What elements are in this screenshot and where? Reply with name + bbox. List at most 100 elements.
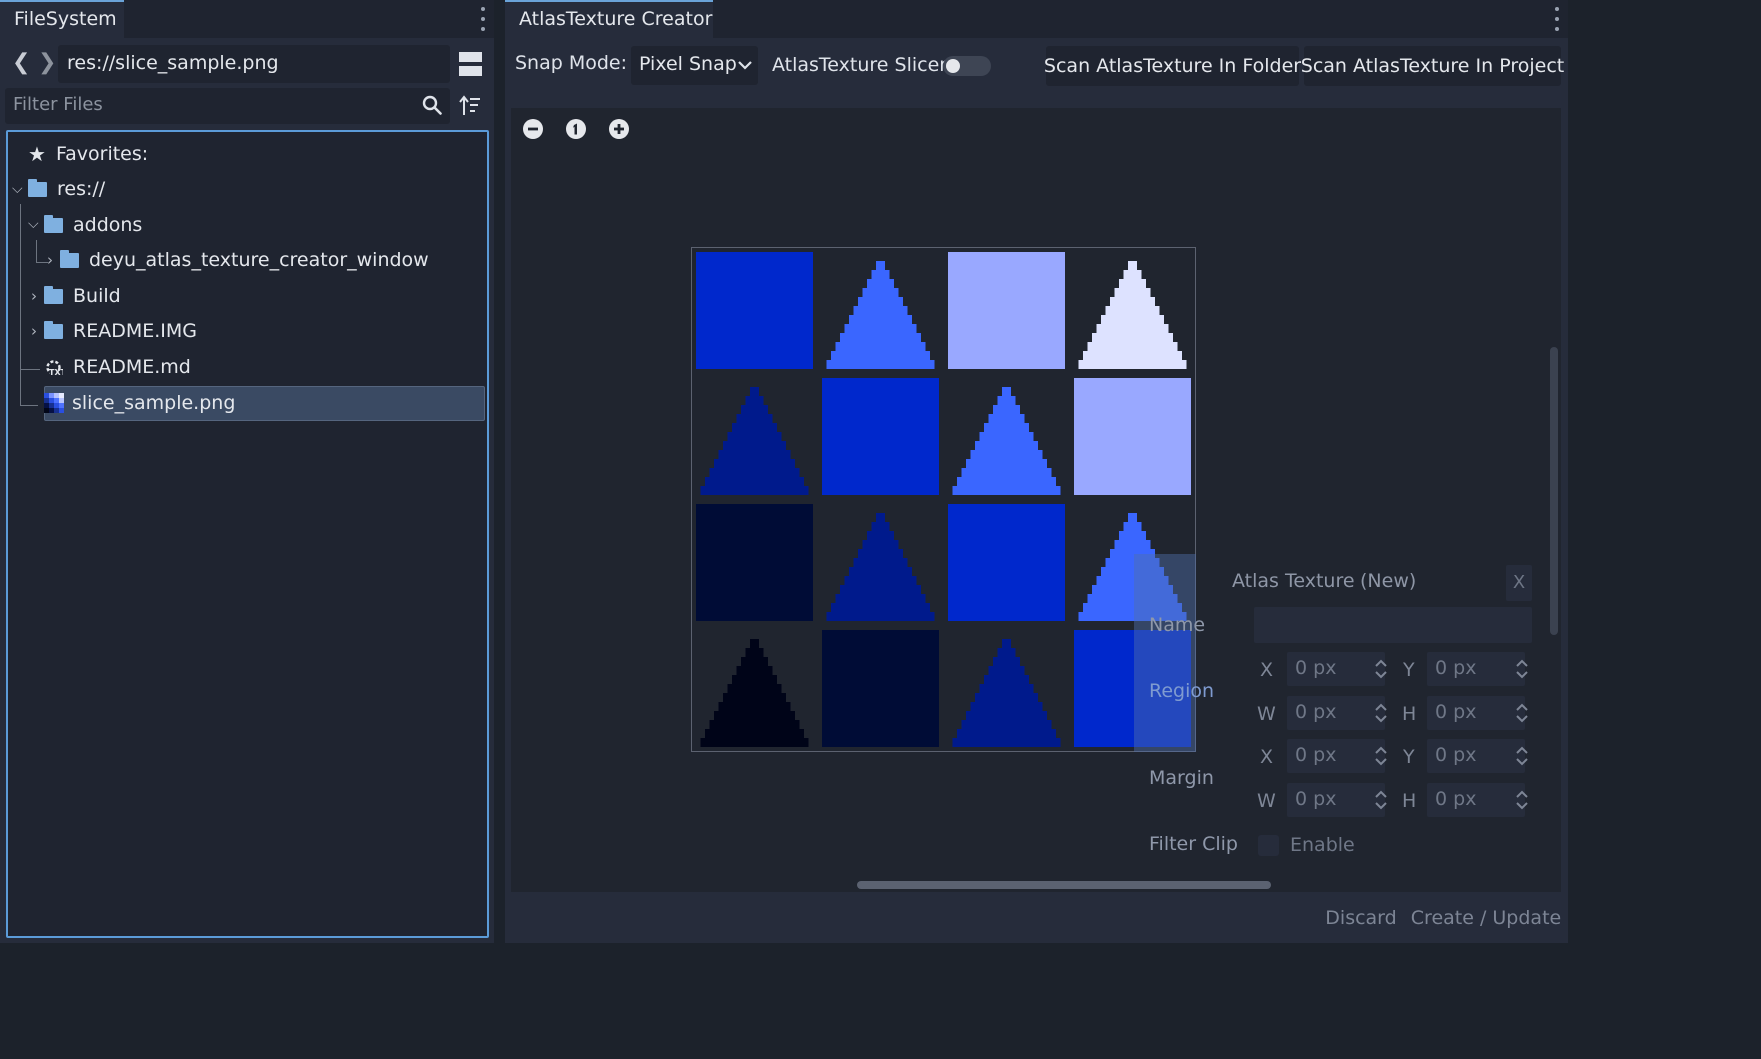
atlas-sprite-triangle-r2c1[interactable] — [696, 378, 813, 495]
atlas-sprite-triangle-r1c4[interactable] — [1074, 252, 1191, 369]
scan-folder-button[interactable]: Scan AtlasTexture In Folder — [1044, 46, 1301, 86]
spin-arrows-icon[interactable] — [1374, 658, 1388, 680]
margin-h-value: 0 px — [1435, 788, 1477, 810]
tree-item-label: README.md — [73, 356, 191, 378]
sort-icon[interactable] — [459, 95, 481, 117]
search-icon[interactable] — [422, 95, 442, 115]
spin-arrows-icon[interactable] — [1515, 789, 1529, 811]
create-update-button[interactable]: Create / Update — [1408, 898, 1564, 938]
atlas-sprite-square-r2c4[interactable] — [1074, 378, 1191, 495]
atlas-sprite-triangle-r3c2[interactable] — [822, 504, 939, 621]
tree-item-readme-img[interactable]: README.IMG — [44, 314, 197, 348]
margin-label: Margin — [1149, 767, 1214, 789]
chevron-right-icon[interactable]: › — [31, 322, 37, 340]
margin-y-field[interactable]: 0 px — [1427, 739, 1525, 773]
tree-item-label: Favorites: — [55, 143, 149, 165]
spin-arrows-icon[interactable] — [1515, 745, 1529, 767]
folder-icon — [44, 320, 63, 339]
scan-project-button[interactable]: Scan AtlasTexture In Project — [1301, 46, 1564, 86]
atlas-texture-preview[interactable] — [692, 248, 1195, 751]
inspector-status: (New) — [1360, 570, 1417, 592]
file-tree[interactable]: ★ Favorites: ⌵ res:// ⌵ addons › deyu_at… — [6, 130, 489, 938]
spin-arrows-icon[interactable] — [1515, 702, 1529, 724]
tree-item-label: deyu_atlas_texture_creator_window — [89, 249, 429, 271]
atlas-sprite-square-r1c3[interactable] — [948, 252, 1065, 369]
region-y-axis-label: Y — [1403, 659, 1415, 681]
forward-icon[interactable]: ❯ — [38, 50, 56, 75]
chevron-right-icon[interactable]: › — [47, 251, 53, 269]
chevron-right-icon[interactable]: › — [31, 287, 37, 305]
chevron-down-icon[interactable]: ⌵ — [12, 181, 23, 197]
atlas-sprite-square-r4c2[interactable] — [822, 630, 939, 747]
filter-files-placeholder: Filter Files — [13, 94, 103, 115]
name-input[interactable] — [1254, 607, 1532, 643]
region-x-field[interactable]: 0 px — [1287, 652, 1385, 686]
region-w-value: 0 px — [1295, 701, 1337, 723]
tree-item-readme-md[interactable]: TXT README.md — [44, 350, 191, 384]
path-input[interactable]: res://slice_sample.png — [58, 45, 450, 83]
margin-w-axis-label: W — [1257, 790, 1276, 812]
tab-filesystem[interactable]: FileSystem — [0, 0, 124, 38]
svg-text:TXT: TXT — [49, 368, 63, 377]
folder-icon — [44, 214, 63, 233]
tree-item-root[interactable]: res:// — [28, 172, 105, 206]
region-w-field[interactable]: 0 px — [1287, 696, 1385, 730]
split-mode-icon[interactable] — [459, 52, 482, 76]
image-file-icon — [44, 393, 64, 413]
atlas-sprite-square-r2c2[interactable] — [822, 378, 939, 495]
snap-mode-value: Pixel Snap — [639, 53, 737, 75]
region-h-axis-label: H — [1402, 703, 1417, 725]
zoom-reset-icon[interactable] — [566, 119, 586, 139]
atlas-sprite-triangle-r2c3[interactable] — [948, 378, 1065, 495]
discard-button[interactable]: Discard — [1321, 898, 1401, 938]
margin-x-value: 0 px — [1295, 744, 1337, 766]
tree-item-window-folder[interactable]: deyu_atlas_texture_creator_window — [60, 243, 429, 277]
vertical-scrollbar-thumb[interactable] — [1550, 347, 1558, 635]
tree-item-label: addons — [73, 214, 143, 236]
region-w-axis-label: W — [1257, 703, 1276, 725]
margin-x-field[interactable]: 0 px — [1287, 739, 1385, 773]
atlas-sprite-triangle-r4c3[interactable] — [948, 630, 1065, 747]
zoom-out-icon[interactable] — [523, 119, 543, 139]
filter-clip-label: Filter Clip — [1149, 833, 1238, 855]
slicer-toggle[interactable] — [943, 56, 991, 76]
spin-arrows-icon[interactable] — [1374, 702, 1388, 724]
tree-item-addons[interactable]: addons — [44, 208, 142, 242]
tree-item-label: res:// — [57, 178, 106, 200]
atlas-sprite-triangle-r1c2[interactable] — [822, 252, 939, 369]
tree-item-favorites[interactable]: ★ Favorites: — [28, 137, 148, 171]
zoom-in-icon[interactable] — [609, 119, 629, 139]
spin-arrows-icon[interactable] — [1374, 789, 1388, 811]
region-y-field[interactable]: 0 px — [1427, 652, 1525, 686]
margin-h-axis-label: H — [1402, 790, 1417, 812]
snap-mode-label: Snap Mode: — [515, 52, 628, 74]
atlas-sprite-triangle-r4c1[interactable] — [696, 630, 813, 747]
filter-clip-checkbox[interactable] — [1258, 835, 1279, 856]
tree-guide — [20, 204, 21, 406]
atlas-sprite-square-r3c1[interactable] — [696, 504, 813, 621]
chevron-down-icon[interactable] — [738, 60, 752, 70]
horizontal-scrollbar-thumb[interactable] — [857, 881, 1271, 889]
region-h-field[interactable]: 0 px — [1427, 696, 1525, 730]
tree-item-label: README.IMG — [73, 320, 197, 342]
inspector-close-button[interactable]: X — [1506, 565, 1532, 601]
chevron-down-icon[interactable]: ⌵ — [28, 216, 39, 232]
atlas-creator-menu-icon[interactable] — [1553, 7, 1561, 31]
filesystem-menu-icon[interactable] — [479, 7, 487, 31]
tree-item-build[interactable]: Build — [44, 279, 121, 313]
atlas-sprite-square-r3c3[interactable] — [948, 504, 1065, 621]
atlas-sprite-square-r1c1[interactable] — [696, 252, 813, 369]
margin-w-field[interactable]: 0 px — [1287, 783, 1385, 817]
filter-files-input[interactable]: Filter Files — [5, 88, 450, 124]
inspector-title: Atlas Texture — [1232, 570, 1355, 592]
spin-arrows-icon[interactable] — [1515, 658, 1529, 680]
tree-guide — [20, 405, 38, 406]
margin-w-value: 0 px — [1295, 788, 1337, 810]
spin-arrows-icon[interactable] — [1374, 745, 1388, 767]
star-icon: ★ — [28, 142, 46, 166]
tab-atlas-creator[interactable]: AtlasTexture Creator — [505, 0, 713, 38]
back-icon[interactable]: ❮ — [12, 50, 30, 75]
text-file-icon: TXT — [46, 359, 63, 377]
margin-h-field[interactable]: 0 px — [1427, 783, 1525, 817]
tree-item-slice-sample[interactable]: slice_sample.png — [44, 386, 235, 420]
